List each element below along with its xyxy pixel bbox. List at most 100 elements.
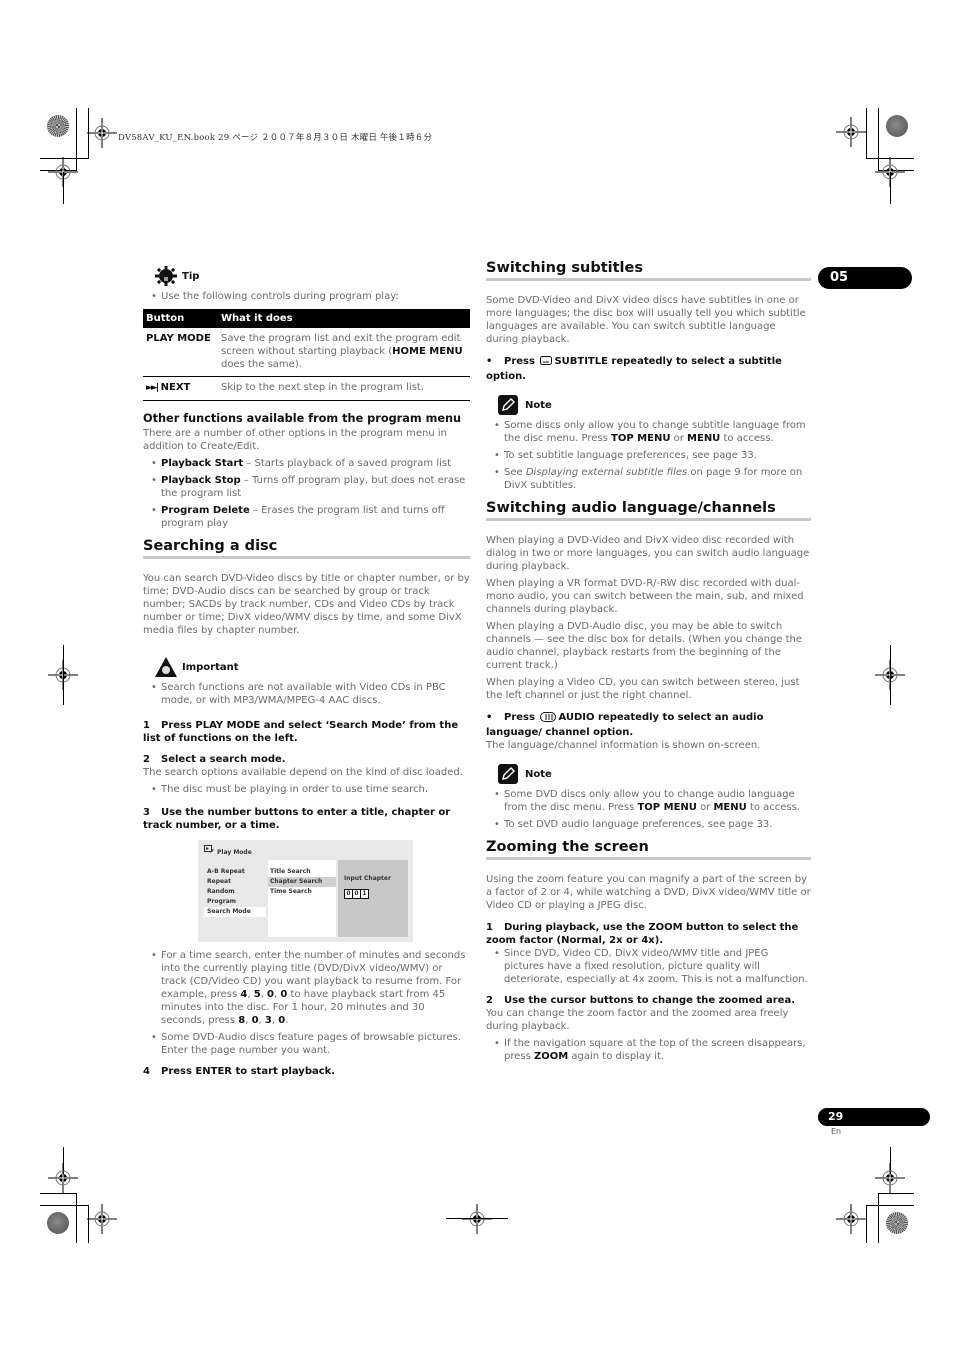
crop-line	[866, 1205, 867, 1243]
text: or	[696, 802, 714, 813]
zoom-step-1: 1 During playback, use the ZOOM button to…	[486, 921, 811, 947]
key: TOP MENU	[611, 433, 671, 444]
screen-menu-item: Program	[207, 898, 237, 905]
pencil-note-icon	[498, 395, 520, 415]
note-label: Note	[525, 399, 552, 411]
registration-mark-icon	[836, 1204, 866, 1234]
table-header: Button	[143, 309, 218, 328]
text: or	[670, 433, 688, 444]
right-column: Switching subtitles Some DVD-Video and D…	[486, 261, 811, 1067]
page-language: En	[831, 1127, 842, 1136]
lightbulb-gear-icon	[155, 266, 177, 286]
screen-input-panel: Input Chapter 0 0 1	[338, 860, 408, 937]
tip-label: Tip	[182, 270, 200, 282]
pencil-note-icon	[498, 764, 520, 784]
screen-title-text: Play Mode	[217, 849, 252, 856]
registration-mark-icon	[836, 117, 866, 147]
term-desc: – Starts playback of a saved program lis…	[243, 458, 452, 469]
registration-mark-icon	[87, 118, 117, 148]
crop-line	[63, 645, 64, 705]
screen-menu-item: Repeat	[207, 878, 231, 885]
key: 8	[238, 1015, 246, 1026]
subtitle-action: • Press SUBTITLE repeatedly to select a s…	[486, 355, 811, 383]
section-subheading: Other functions available from the progr…	[143, 412, 462, 425]
important-label: Important	[182, 661, 239, 673]
paragraph: When playing a Video CD, you can switch …	[486, 677, 800, 701]
key: 3	[264, 1015, 272, 1026]
note-callout: Note	[498, 764, 811, 784]
button-name: NEXT	[160, 382, 191, 393]
term: Program Delete	[161, 505, 250, 516]
color-registration-rosette	[47, 1212, 69, 1234]
important-callout: Important	[155, 657, 470, 677]
step-number: 1	[486, 922, 493, 933]
list-item: Some DVD discs only allow you to change …	[486, 788, 811, 814]
digit-boxes: 0 0 1	[344, 889, 408, 899]
key: MENU	[687, 433, 721, 444]
tip-callout: Tip	[155, 266, 470, 286]
searching-section: Searching a disc You can search DVD-Vide…	[143, 539, 470, 1078]
step-text: Press ENTER to start playback.	[161, 1066, 336, 1077]
note-list: Some discs only allow you to change subt…	[486, 419, 811, 492]
color-registration-rosette	[47, 115, 69, 137]
bullet: •	[486, 712, 493, 723]
table-cell-button: ►►| NEXT	[143, 376, 218, 401]
screen-menu-item: A-B Repeat	[207, 868, 245, 875]
zoom-step2-list: If the navigation square at the top of t…	[486, 1037, 811, 1063]
step2-list: The disc must be playing in order to use…	[143, 783, 470, 796]
table-header: What it does	[218, 309, 470, 328]
key: 5	[253, 989, 261, 1000]
step-text: Use the cursor buttons to change the zoo…	[504, 995, 796, 1006]
note-label: Note	[525, 768, 552, 780]
paragraph: When playing a DVD-Audio disc, you may b…	[486, 621, 803, 671]
screen-menu-item: Title Search	[270, 868, 311, 875]
text: to access.	[746, 802, 801, 813]
zoom-step1-list: Since DVD, Video CD, DivX video/WMV titl…	[486, 947, 811, 986]
bullet: •	[486, 356, 493, 367]
color-registration-rosette	[886, 1212, 908, 1234]
crop-line	[878, 1193, 879, 1243]
step-text: During playback, use the ZOOM button to …	[486, 922, 799, 946]
table-header-row: Button What it does	[143, 309, 470, 328]
registration-mark-icon	[87, 1204, 117, 1234]
other-functions-section: Other functions available from the progr…	[143, 412, 470, 530]
skip-next-icon: ►►|	[146, 383, 159, 393]
registration-mark-icon	[48, 1163, 78, 1193]
term: Playback Start	[161, 458, 244, 469]
section-heading: Zooming the screen	[486, 840, 811, 860]
tip-list: Use the following controls during progra…	[143, 290, 470, 303]
paragraph: You can change the zoom factor and the z…	[486, 1008, 789, 1032]
paragraph: The language/channel information is show…	[486, 740, 761, 751]
key: 0	[278, 1015, 286, 1026]
crop-line	[890, 645, 891, 705]
step-text: Press PLAY MODE and select ‘Search Mode’…	[143, 720, 459, 744]
paragraph: Some DVD-Video and DivX video discs have…	[486, 295, 806, 345]
list-item: Some DVD-Audio discs feature pages of br…	[143, 1031, 470, 1057]
list-item: Search functions are not available with …	[143, 681, 470, 707]
search-notes-list: For a time search, enter the number of m…	[143, 949, 470, 1057]
action-text: Press	[504, 712, 535, 723]
note-callout: Note	[498, 395, 811, 415]
list-item: Some discs only allow you to change subt…	[486, 419, 811, 445]
zoom-step-2: 2 Use the cursor buttons to change the zo…	[486, 994, 811, 1007]
screen-menu-item-selected: Chapter Search	[268, 877, 336, 887]
registration-mark-icon	[875, 1163, 905, 1193]
key: 4	[240, 989, 248, 1000]
crop-line	[866, 1205, 914, 1206]
controls-table: Button What it does PLAY MODE Save the p…	[143, 309, 470, 401]
step-1: 1 Press PLAY MODE and select ‘Search Mode…	[143, 719, 470, 745]
paragraph: You can search DVD-Video discs by title …	[143, 573, 470, 636]
functions-list: Playback Start – Starts playback of a sa…	[143, 457, 470, 530]
step-4: 4 Press ENTER to start playback.	[143, 1065, 470, 1078]
list-item: See Displaying external subtitle files o…	[486, 466, 811, 492]
paragraph: When playing a DVD-Video and DivX video …	[486, 535, 810, 572]
text: See	[504, 467, 526, 478]
crop-line	[878, 1193, 914, 1194]
list-item: Use the following controls during progra…	[143, 290, 470, 303]
color-registration-rosette	[886, 115, 908, 137]
section-heading: Searching a disc	[143, 539, 470, 559]
step-2: 2 Select a search mode.	[143, 753, 470, 766]
screen-menu-item-selected: Search Mode	[204, 907, 266, 917]
step-text: Use the number buttons to enter a title,…	[143, 807, 451, 831]
text: to access.	[720, 433, 774, 444]
